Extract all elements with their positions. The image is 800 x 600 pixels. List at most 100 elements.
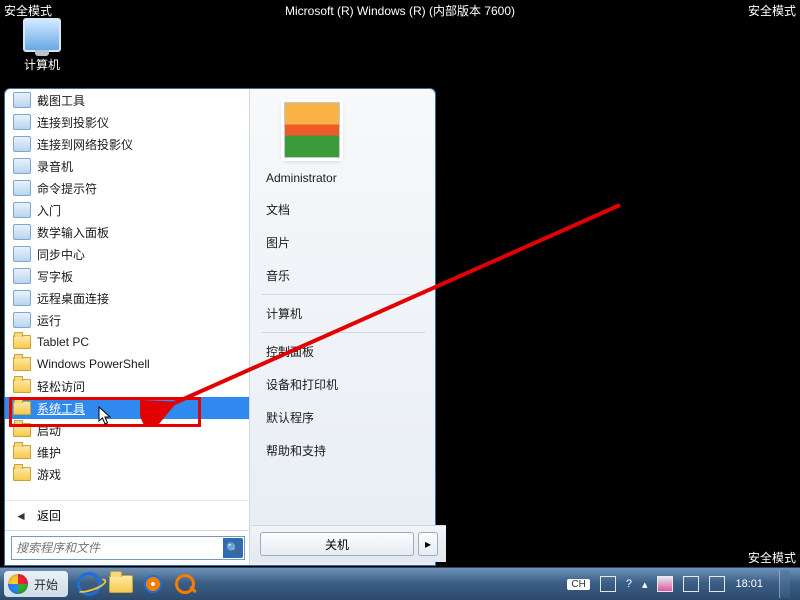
start-menu-item[interactable]: 截图工具 [5,89,249,111]
show-desktop-button[interactable] [779,570,790,598]
taskbar-clock[interactable]: 18:01 [735,578,763,590]
start-menu-item[interactable]: 轻松访问 [5,375,249,397]
taskbar-explorer[interactable] [106,571,136,597]
taskbar-ie[interactable] [74,571,104,597]
start-menu-item-label: 连接到网络投影仪 [37,136,133,153]
start-menu-program-list: 截图工具连接到投影仪连接到网络投影仪录音机命令提示符入门数学输入面板同步中心写字… [5,89,249,500]
app-icon [13,180,31,196]
shutdown-row: 关机 ▸ [252,525,446,562]
windows-orb-icon [8,574,28,594]
search-icon: 🔍 [226,542,240,555]
right-panel-user[interactable]: Administrator [262,163,425,193]
app-icon [13,114,31,130]
app-icon [13,312,31,328]
right-panel-link[interactable]: 默认程序 [262,401,425,434]
app-icon [13,202,31,218]
start-menu-item[interactable]: 命令提示符 [5,177,249,199]
right-panel-link[interactable]: 文档 [262,193,425,226]
folder-icon [13,335,31,349]
start-menu-search-row: 🔍 [5,530,249,565]
start-menu-item-label: Tablet PC [37,335,89,349]
ie-icon [77,572,101,596]
user-avatar[interactable] [284,102,340,158]
start-menu-item[interactable]: 入门 [5,199,249,221]
taskbar-magnifier[interactable] [170,571,200,597]
start-menu-left-panel: 截图工具连接到投影仪连接到网络投影仪录音机命令提示符入门数学输入面板同步中心写字… [5,89,250,565]
network-icon[interactable] [683,576,699,592]
start-menu-item[interactable]: 连接到投影仪 [5,111,249,133]
tray-chevron-icon[interactable]: ▴ [642,578,648,591]
safemode-top-right: 安全模式 [748,2,796,19]
start-menu-item-label: 运行 [37,312,61,329]
right-panel-link[interactable]: 计算机 [262,297,425,330]
start-menu-item-label: 入门 [37,202,61,219]
search-button[interactable]: 🔍 [223,538,243,558]
start-menu-item-label: 截图工具 [37,92,85,109]
start-label: 开始 [34,576,58,593]
start-menu-item-label: 启动 [37,422,61,439]
start-menu-item[interactable]: 数学输入面板 [5,221,249,243]
clock-time: 18:01 [735,578,763,590]
folder-icon [13,379,31,393]
windows-build-label: Microsoft (R) Windows (R) (内部版本 7600) [0,2,800,19]
start-menu-item-label: 录音机 [37,158,73,175]
taskbar-media-player[interactable] [138,571,168,597]
right-panel-link[interactable]: 帮助和支持 [262,434,425,467]
start-menu-item[interactable]: 远程桌面连接 [5,287,249,309]
start-menu-item-label: 数学输入面板 [37,224,109,241]
start-menu-item-label: 同步中心 [37,246,85,263]
desktop-icon-computer[interactable]: 计算机 [14,18,70,73]
start-menu-item-label: 系统工具 [37,400,85,417]
start-menu-item[interactable]: 连接到网络投影仪 [5,133,249,155]
start-button[interactable]: 开始 [4,571,68,597]
taskbar: 开始 CH ? ▴ 18:01 [0,567,800,600]
back-label: 返回 [37,507,61,524]
start-menu-item[interactable]: 运行 [5,309,249,331]
start-menu-item-label: 游戏 [37,466,61,483]
search-input[interactable] [11,536,245,560]
shutdown-label: 关机 [325,536,349,553]
start-menu-item-label: 连接到投影仪 [37,114,109,131]
separator [262,294,425,295]
folder-icon [13,357,31,371]
ime-tool-icon[interactable] [600,576,616,592]
start-menu-item[interactable]: 启动 [5,419,249,441]
right-panel-link[interactable]: 音乐 [262,259,425,292]
folder-icon [13,467,31,481]
ime-help-icon[interactable]: ? [626,578,632,590]
volume-icon[interactable] [709,576,725,592]
right-panel-link[interactable]: 图片 [262,226,425,259]
start-menu-item[interactable]: 同步中心 [5,243,249,265]
start-menu-item-label: 远程桌面连接 [37,290,109,307]
start-menu-item[interactable]: 游戏 [5,463,249,485]
action-center-icon[interactable] [657,576,673,592]
start-menu-item-label: 维护 [37,444,61,461]
shutdown-button[interactable]: 关机 [260,532,414,556]
folder-icon [13,401,31,415]
start-menu-item[interactable]: 系统工具 [5,397,249,419]
start-menu-item[interactable]: Tablet PC [5,331,249,353]
shutdown-options-button[interactable]: ▸ [418,532,438,556]
back-arrow-icon: ◄ [13,508,29,524]
start-menu-item-label: 轻松访问 [37,378,85,395]
start-menu-item[interactable]: 维护 [5,441,249,463]
safemode-bottom-right: 安全模式 [748,549,796,566]
right-panel-link[interactable]: 控制面板 [262,335,425,368]
user-avatar-wrap [262,97,425,163]
folder-icon [13,445,31,459]
desktop-icon-label: 计算机 [24,58,60,72]
app-icon [13,246,31,262]
ime-indicator[interactable]: CH [567,579,589,590]
start-menu-item[interactable]: Windows PowerShell [5,353,249,375]
computer-icon [23,18,61,52]
start-menu-back[interactable]: ◄ 返回 [5,500,249,530]
app-icon [13,92,31,108]
separator [262,332,425,333]
start-menu-item[interactable]: 录音机 [5,155,249,177]
media-player-icon [144,575,162,593]
safemode-header: 安全模式 Microsoft (R) Windows (R) (内部版本 760… [0,2,800,18]
start-menu-item[interactable]: 写字板 [5,265,249,287]
explorer-icon [109,575,133,593]
app-icon [13,290,31,306]
right-panel-link[interactable]: 设备和打印机 [262,368,425,401]
